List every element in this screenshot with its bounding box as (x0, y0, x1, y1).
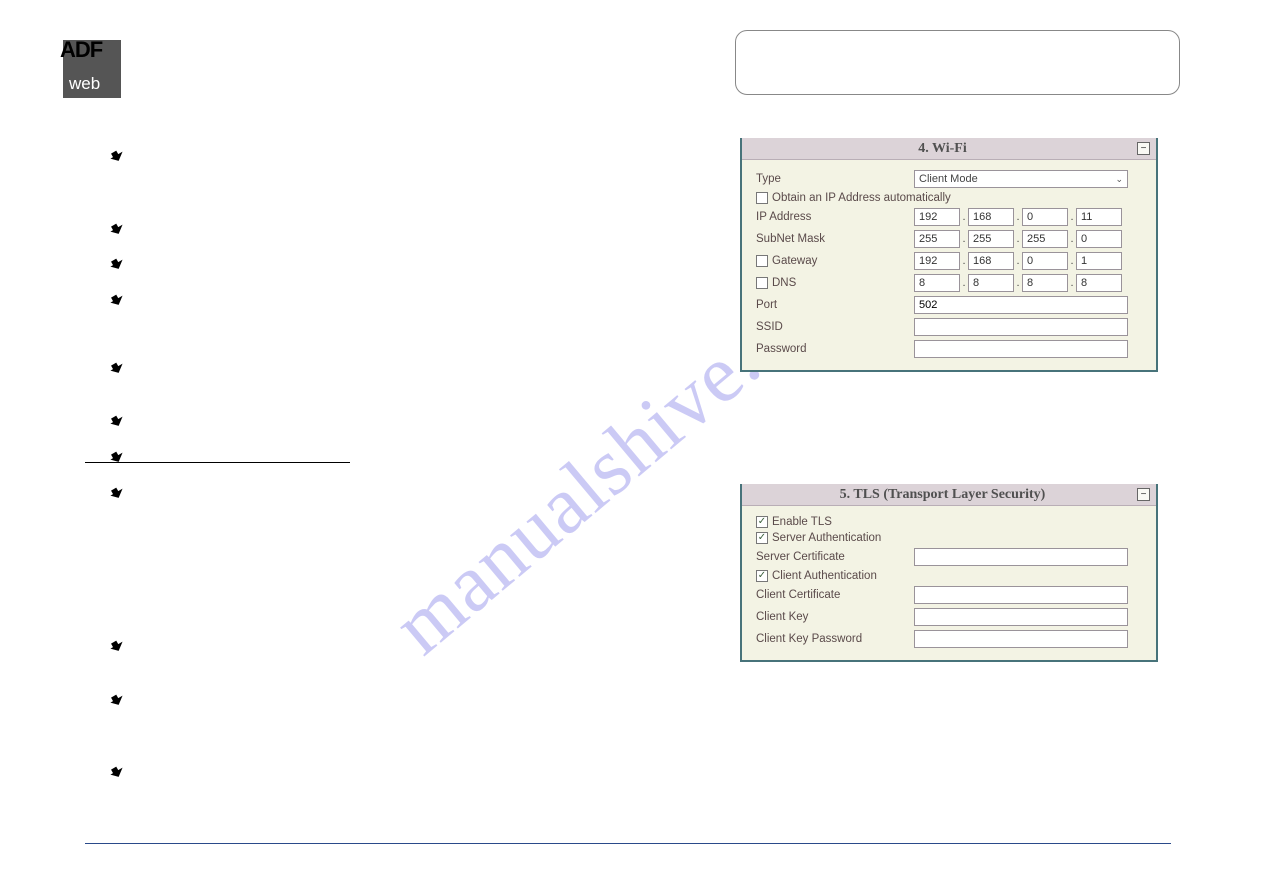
wifi-gateway-oct1[interactable] (914, 252, 960, 270)
dot-icon: . (960, 233, 968, 245)
bullet-icon (110, 487, 126, 500)
adfweb-logo: ADF web (63, 40, 121, 98)
dot-icon: . (960, 277, 968, 289)
wifi-subnet-oct3[interactable] (1022, 230, 1068, 248)
tls-panel-header: 5. TLS (Transport Layer Security) − (742, 484, 1156, 506)
dot-icon: . (1068, 233, 1076, 245)
wifi-dns-label: DNS (772, 277, 796, 289)
tls-client-cert-label: Client Certificate (756, 589, 914, 601)
bullet-icon (110, 258, 126, 271)
wifi-subnet-label: SubNet Mask (756, 233, 914, 245)
tls-client-key-input[interactable] (914, 608, 1128, 626)
tls-enable-checkbox[interactable] (756, 516, 768, 528)
wifi-dns-oct1[interactable] (914, 274, 960, 292)
bullet-icon (110, 766, 126, 779)
tls-client-key-pw-input[interactable] (914, 630, 1128, 648)
dot-icon: . (1014, 211, 1022, 223)
page-footer-rule (85, 843, 1171, 844)
wifi-dns-oct4[interactable] (1076, 274, 1122, 292)
logo-line2: web (69, 74, 100, 94)
tls-client-auth-checkbox[interactable] (756, 570, 768, 582)
wifi-port-input[interactable] (914, 296, 1128, 314)
tls-panel: 5. TLS (Transport Layer Security) − Enab… (740, 484, 1158, 662)
wifi-type-value: Client Mode (919, 173, 978, 185)
wifi-ip-label: IP Address (756, 211, 914, 223)
logo-line1: ADF (60, 37, 102, 63)
wifi-ssid-label: SSID (756, 321, 914, 333)
wifi-obtain-ip-checkbox[interactable] (756, 192, 768, 204)
wifi-ssid-input[interactable] (914, 318, 1128, 336)
tls-client-key-pw-label: Client Key Password (756, 633, 914, 645)
wifi-dns-checkbox[interactable] (756, 277, 768, 289)
dot-icon: . (960, 255, 968, 267)
wifi-password-label: Password (756, 343, 914, 355)
tls-server-cert-label: Server Certificate (756, 551, 914, 563)
wifi-collapse-button[interactable]: − (1137, 142, 1150, 155)
chevron-down-icon: ⌄ (1115, 174, 1123, 185)
wifi-subnet-oct4[interactable] (1076, 230, 1122, 248)
wifi-gateway-oct2[interactable] (968, 252, 1014, 270)
tls-client-auth-label: Client Authentication (772, 570, 877, 582)
wifi-ip-oct3[interactable] (1022, 208, 1068, 226)
wifi-gateway-checkbox[interactable] (756, 255, 768, 267)
wifi-dns-oct2[interactable] (968, 274, 1014, 292)
tls-client-key-label: Client Key (756, 611, 914, 623)
wifi-gateway-oct3[interactable] (1022, 252, 1068, 270)
wifi-password-input[interactable] (914, 340, 1128, 358)
wifi-port-label: Port (756, 299, 914, 311)
wifi-ip-oct1[interactable] (914, 208, 960, 226)
wifi-dns-oct3[interactable] (1022, 274, 1068, 292)
tls-server-auth-checkbox[interactable] (756, 532, 768, 544)
bullet-icon (110, 694, 126, 707)
dot-icon: . (960, 211, 968, 223)
bullet-icon (110, 150, 126, 163)
bullet-icon (110, 415, 126, 428)
dot-icon: . (1068, 277, 1076, 289)
tls-server-auth-label: Server Authentication (772, 532, 881, 544)
wifi-type-label: Type (756, 173, 914, 185)
wifi-panel-header: 4. Wi-Fi − (742, 138, 1156, 160)
dot-icon: . (1068, 211, 1076, 223)
wifi-gateway-oct4[interactable] (1076, 252, 1122, 270)
wifi-gateway-label: Gateway (772, 255, 817, 267)
tls-client-cert-input[interactable] (914, 586, 1128, 604)
bullet-icon (110, 640, 126, 653)
dot-icon: . (1014, 255, 1022, 267)
wifi-panel: 4. Wi-Fi − Type Client Mode ⌄ Obtain an … (740, 138, 1158, 372)
wifi-subnet-oct1[interactable] (914, 230, 960, 248)
dot-icon: . (1068, 255, 1076, 267)
tls-panel-title: 5. TLS (Transport Layer Security) (748, 487, 1137, 503)
bullet-icon (110, 362, 126, 375)
wifi-panel-title: 4. Wi-Fi (748, 141, 1137, 157)
wifi-subnet-oct2[interactable] (968, 230, 1014, 248)
dot-icon: . (1014, 233, 1022, 245)
header-placeholder-box (735, 30, 1180, 95)
dot-icon: . (1014, 277, 1022, 289)
bullet-icon (110, 223, 126, 236)
wifi-type-dropdown[interactable]: Client Mode ⌄ (914, 170, 1128, 188)
tls-server-cert-input[interactable] (914, 548, 1128, 566)
section-divider (85, 462, 350, 463)
wifi-ip-oct2[interactable] (968, 208, 1014, 226)
wifi-ip-oct4[interactable] (1076, 208, 1122, 226)
bullet-icon (110, 294, 126, 307)
tls-collapse-button[interactable]: − (1137, 488, 1150, 501)
tls-enable-label: Enable TLS (772, 516, 832, 528)
wifi-obtain-ip-label: Obtain an IP Address automatically (772, 192, 951, 204)
